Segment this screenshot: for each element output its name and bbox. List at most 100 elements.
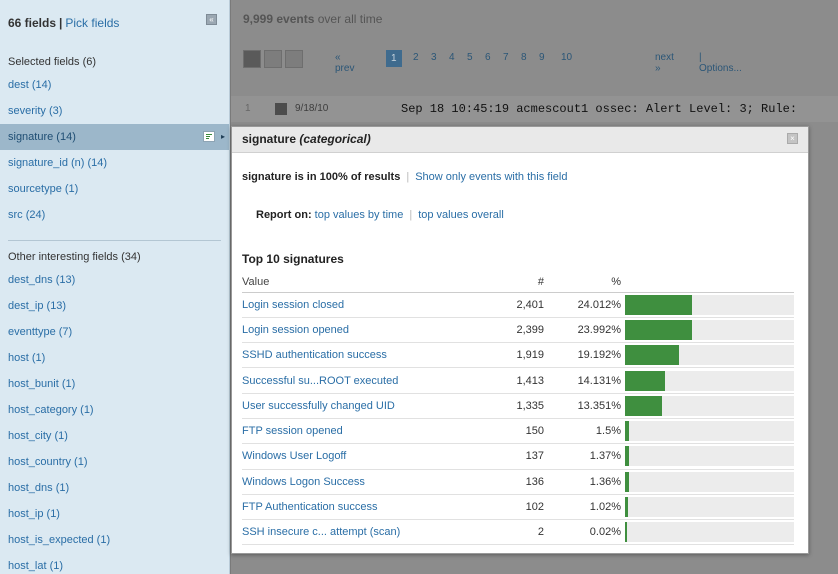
sidebar-field-item[interactable]: host_ip (1) xyxy=(0,501,229,527)
field-sidebar: 66 fields | Pick fields « Selected fields … xyxy=(0,0,230,574)
sidebar-field-item[interactable]: host_city (1) xyxy=(0,423,229,449)
value-link[interactable]: Login session closed xyxy=(242,299,344,311)
event-date: 9/18/10 xyxy=(295,103,329,114)
sidebar-field-label: src (24) xyxy=(8,209,46,221)
sidebar-field-label: eventtype (7) xyxy=(8,326,73,338)
percent-cell: 13.351% xyxy=(544,393,625,419)
sidebar-field-item[interactable]: dest_dns (13) xyxy=(0,267,229,293)
value-link[interactable]: FTP session opened xyxy=(242,425,343,437)
table-row: Login session closed 2,401 24.012% xyxy=(242,292,794,318)
percent-bar-fill xyxy=(625,345,679,366)
close-icon[interactable]: × xyxy=(787,133,798,144)
percent-bar-fill xyxy=(625,395,663,416)
percent-cell: 1.02% xyxy=(544,494,625,521)
list-view-icon[interactable] xyxy=(243,50,261,68)
sidebar-field-item[interactable]: host_category (1) xyxy=(0,397,229,423)
bar-cell xyxy=(625,418,794,445)
percent-cell: 0.02% xyxy=(544,519,625,546)
field-chart-icon[interactable] xyxy=(203,131,215,142)
page-link[interactable]: 1 xyxy=(386,50,402,67)
sidebar-field-item[interactable]: src (24) xyxy=(0,202,229,228)
page-link[interactable]: 3 xyxy=(431,52,437,63)
value-link[interactable]: Windows Logon Success xyxy=(242,476,365,488)
bar-cell xyxy=(625,519,794,546)
percent-bar-track xyxy=(625,294,794,315)
value-cell: Successful su...ROOT executed xyxy=(242,367,484,394)
collapse-sidebar-icon[interactable]: « xyxy=(206,14,217,25)
table-row: FTP Authentication success 102 1.02% xyxy=(242,494,794,521)
page-link[interactable]: 2 xyxy=(413,52,419,63)
report-on-label: Report on: xyxy=(256,209,312,221)
header-separator: | xyxy=(59,16,63,30)
sidebar-field-label: host_ip (1) xyxy=(8,508,60,520)
value-link[interactable]: Windows User Logoff xyxy=(242,450,346,462)
value-link[interactable]: FTP Authentication success xyxy=(242,501,378,513)
percent-bar-fill xyxy=(625,522,627,543)
sidebar-field-item[interactable]: host_lat (1) xyxy=(0,553,229,574)
page-link[interactable]: 9 xyxy=(539,52,545,63)
table-row: Windows Logon Success 136 1.36% xyxy=(242,469,794,495)
sidebar-field-label: host_dns (1) xyxy=(8,482,70,494)
value-link[interactable]: User successfully changed UID xyxy=(242,400,395,412)
page-link[interactable]: 5 xyxy=(467,52,473,63)
options-link[interactable]: | Options... xyxy=(699,52,742,74)
show-only-events-link[interactable]: Show only events with this field xyxy=(415,171,567,183)
prev-page-link[interactable]: « prev xyxy=(335,52,354,74)
sidebar-field-label: host_bunit (1) xyxy=(8,378,76,390)
chart-view-icon[interactable] xyxy=(285,50,303,68)
top-values-overall-link[interactable]: top values overall xyxy=(418,209,504,221)
coverage-line: signature is in 100% of results | Show onl… xyxy=(242,171,567,183)
percent-bar-fill xyxy=(625,471,629,492)
event-options-icon[interactable] xyxy=(275,103,287,115)
value-cell: SSHD authentication success xyxy=(242,342,484,369)
popup-header: signature (categorical) × xyxy=(232,127,808,153)
sidebar-field-item[interactable]: host_is_expected (1) xyxy=(0,527,229,553)
sidebar-field-item[interactable]: host (1) xyxy=(0,345,229,371)
table-row: Successful su...ROOT executed 1,413 14.131… xyxy=(242,367,794,394)
sidebar-field-label: dest_ip (13) xyxy=(8,300,67,312)
next-page-link[interactable]: next » xyxy=(655,52,674,74)
sidebar-field-item[interactable]: signature_id (n) (14) xyxy=(0,150,229,176)
selected-fields-list: dest (14) severity (3) signature (14) ▸ sign… xyxy=(0,72,229,228)
count-cell: 1,335 xyxy=(484,393,544,419)
sidebar-field-label: host (1) xyxy=(8,352,46,364)
table-view-icon[interactable] xyxy=(264,50,282,68)
event-number: 1 xyxy=(245,103,251,114)
page-link[interactable]: 10 xyxy=(561,52,572,63)
sidebar-field-item[interactable]: host_bunit (1) xyxy=(0,371,229,397)
pick-fields-link[interactable]: Pick fields xyxy=(65,16,119,30)
event-raw-text[interactable]: Sep 18 10:45:19 acmescout1 ossec: Alert … xyxy=(401,102,797,116)
top-values-body: Login session closed 2,401 24.012% Login se… xyxy=(242,292,794,546)
page-link[interactable]: 6 xyxy=(485,52,491,63)
value-link[interactable]: Successful su...ROOT executed xyxy=(242,375,398,387)
sidebar-field-label: dest (14) xyxy=(8,79,52,91)
bar-cell xyxy=(625,367,794,394)
sidebar-field-item[interactable]: eventtype (7) xyxy=(0,319,229,345)
other-fields-list: dest_dns (13) dest_ip (13) eventtype (7) ho… xyxy=(0,267,229,574)
sidebar-field-item[interactable]: signature (14) ▸ xyxy=(0,124,229,150)
percent-cell: 24.012% xyxy=(544,292,625,318)
value-link[interactable]: SSHD authentication success xyxy=(242,349,387,361)
expand-arrow-icon[interactable]: ▸ xyxy=(221,124,225,150)
page-link[interactable]: 8 xyxy=(521,52,527,63)
sidebar-field-item[interactable]: host_dns (1) xyxy=(0,475,229,501)
sidebar-field-item[interactable]: sourcetype (1) xyxy=(0,176,229,202)
page-link[interactable]: 7 xyxy=(503,52,509,63)
sidebar-field-item[interactable]: dest_ip (13) xyxy=(0,293,229,319)
top-values-by-time-link[interactable]: top values by time xyxy=(315,209,404,221)
value-link[interactable]: Login session opened xyxy=(242,324,349,336)
count-cell: 150 xyxy=(484,418,544,445)
sidebar-field-item[interactable]: dest (14) xyxy=(0,72,229,98)
page-link[interactable]: 4 xyxy=(449,52,455,63)
percent-bar-track xyxy=(625,497,794,518)
events-count-suffix: over all time xyxy=(314,12,383,26)
value-link[interactable]: SSH insecure c... attempt (scan) xyxy=(242,526,400,538)
sidebar-field-label: signature (14) xyxy=(8,131,76,143)
value-cell: FTP session opened xyxy=(242,418,484,445)
popup-title: signature (categorical) xyxy=(242,132,371,146)
report-on-line: Report on: top values by time | top values… xyxy=(256,209,504,221)
sidebar-field-item[interactable]: severity (3) xyxy=(0,98,229,124)
sidebar-field-item[interactable]: host_country (1) xyxy=(0,449,229,475)
field-summary-popup: signature (categorical) × signature is i… xyxy=(231,126,809,554)
percent-cell: 1.5% xyxy=(544,418,625,445)
